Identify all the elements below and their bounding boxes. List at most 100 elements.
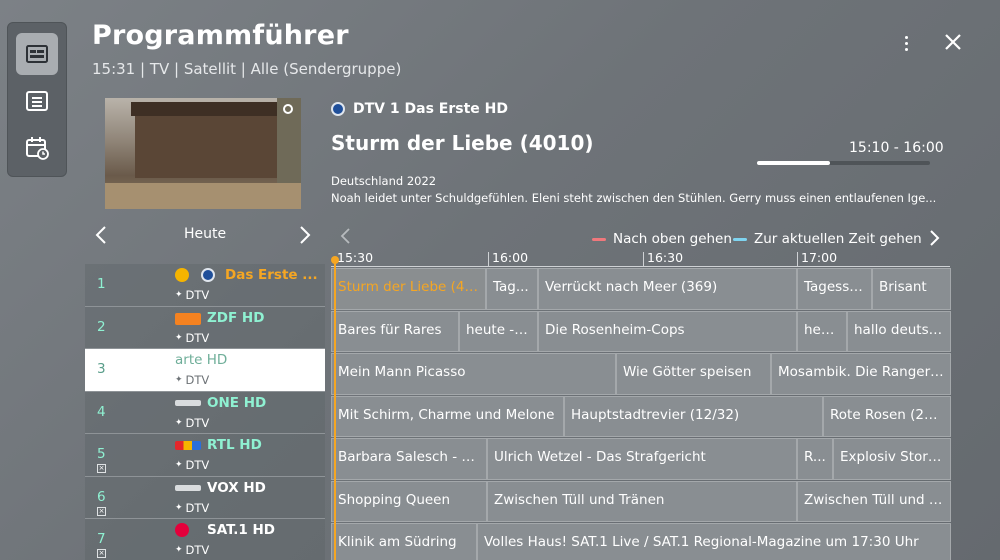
legend-red: Nach oben gehen [592,231,732,247]
channel-tag: ✦ DTV [175,543,209,557]
rtl-logo-icon [175,441,201,450]
list-view-button[interactable] [16,80,58,122]
live-preview[interactable] [105,98,301,209]
program-cell[interactable]: Verrückt nach Meer (369) [538,268,797,310]
channel-row[interactable]: 3 arte HD ✦ DTV [85,349,325,392]
program-cell[interactable]: Bares für Rares [331,310,459,352]
time-tick [643,252,644,266]
program-cell[interactable]: Barbara Salesch - Da... [331,438,487,480]
channel-number: 5 [97,446,106,462]
program-cell[interactable]: Shopping Queen [331,480,487,522]
dtv-icon: ✦ [175,375,183,385]
program-progress [757,161,930,165]
program-cell[interactable]: Mosambik. Die Ranger v... [771,353,951,395]
program-cell[interactable]: Zwischen Tüll und Tr... [797,480,951,522]
guide-icon [26,45,48,63]
program-cell[interactable]: R... [797,438,833,480]
program-cell[interactable]: hallo deutsc... [847,310,951,352]
program-cell[interactable]: Tagessc... [797,268,872,310]
program-cell[interactable]: heute - i... [459,310,538,352]
das-erste-logo-icon [331,102,345,116]
side-rail [7,22,67,177]
time-label: 16:00 [492,250,529,265]
legend-red-label: Nach oben gehen [613,231,732,247]
red-key-icon [592,237,606,241]
channel-tag-label: DTV [185,288,210,302]
program-cell[interactable]: Rote Rosen (209) [823,395,951,437]
time-label: 17:00 [801,250,838,265]
legend-blue: Zur aktuellen Zeit gehen [733,231,922,247]
channel-name: ZDF HD [207,309,265,326]
program-cell[interactable]: Die Rosenheim-Cops [538,310,797,352]
dtv-icon: ✦ [175,290,183,300]
channel-tag: ✦ DTV [175,331,209,345]
channel-row[interactable]: 1 Das Erste ... ✦ DTV [85,264,325,307]
channel-row[interactable]: 7 × SAT.1 HD ✦ DTV [85,519,325,560]
program-cell[interactable]: Sturm der Liebe (40... [331,268,486,310]
program-grid: Sturm der Liebe (40... Tag... Verrückt n… [331,268,951,560]
channel-number: 3 [97,361,106,377]
channel-name: SAT.1 HD [207,522,276,538]
program-cell[interactable]: Explosiv Stories [833,438,951,480]
more-dot-icon [904,35,908,39]
program-description: Noah leidet unter Schuldgefühlen. Eleni … [331,191,937,205]
channel-tag: ✦ DTV [175,373,209,387]
encrypted-icon: × [97,506,106,516]
day-label: Heute [183,226,227,242]
favorite-icon [175,268,189,282]
program-cell[interactable]: Wie Götter speisen [616,353,771,395]
one-logo-icon [175,399,201,406]
channel-number: 4 [97,403,106,420]
schedule-view-button[interactable] [16,127,58,169]
guide-view-button[interactable] [16,33,58,75]
close-icon[interactable] [942,31,964,53]
program-cell[interactable]: Mit Schirm, Charme und Melone [331,395,564,437]
timeline-next-icon[interactable] [926,228,942,248]
channel-number: 2 [97,318,106,335]
dtv-icon: ✦ [175,332,183,343]
channel-tag: ✦ DTV [175,501,209,515]
program-cell[interactable]: Ulrich Wetzel - Das Strafgericht [487,438,797,480]
dtv-icon: ✦ [175,417,183,428]
dtv-icon: ✦ [175,460,183,470]
channel-tag: ✦ DTV [175,288,209,302]
current-channel-label: DTV 1 Das Erste HD [353,101,508,117]
current-time-dot [331,256,339,264]
channel-name: ONE HD [207,394,267,411]
page-subtitle: 15:31 | TV | Satellit | Alle (Sendergrup… [92,60,402,78]
channel-row[interactable]: 5 × RTL HD ✦ DTV [85,434,325,477]
channel-row[interactable]: 2 ZDF HD ✦ DTV [85,306,325,349]
program-cell[interactable]: heute [797,310,847,352]
preview-scene [135,106,295,178]
program-cell[interactable]: Klinik am Südring [331,523,477,560]
more-options-button[interactable] [896,30,916,56]
day-navigation: Heute [85,222,325,248]
time-tick [488,252,489,266]
program-cell[interactable]: Mein Mann Picasso [331,353,616,395]
das-erste-logo-icon [201,268,215,282]
channel-number: 7 [97,531,106,547]
channel-watermark-icon [283,104,293,114]
current-time-indicator [334,258,336,560]
chevron-right-icon[interactable] [297,224,313,246]
channel-row[interactable]: 4 ONE HD ✦ DTV [85,391,325,434]
program-cell[interactable]: Hauptstadtrevier (12/32) [564,395,823,437]
program-time: 15:10 - 16:00 [849,140,944,156]
timeline-prev-icon[interactable] [338,226,354,246]
time-tick [797,252,798,266]
channel-tag-label: DTV [185,415,210,430]
dtv-icon: ✦ [175,545,183,555]
program-cell[interactable]: Tag... [486,268,538,310]
time-label: 15:30 [337,250,374,265]
program-cell[interactable]: Brisant [872,268,951,310]
channel-row[interactable]: 6 × VOX HD ✦ DTV [85,476,325,519]
program-origin: Deutschland 2022 [331,174,437,188]
channel-name: arte HD [175,352,228,368]
time-axis [331,266,950,267]
program-cell[interactable]: Zwischen Tüll und Tränen [487,480,797,522]
channel-name: Das Erste ... [225,267,318,283]
list-icon [26,91,48,111]
channel-tag: ✦ DTV [175,416,209,430]
program-cell[interactable]: Volles Haus! SAT.1 Live / SAT.1 Regional… [477,523,951,560]
channel-number: 6 [97,488,106,505]
